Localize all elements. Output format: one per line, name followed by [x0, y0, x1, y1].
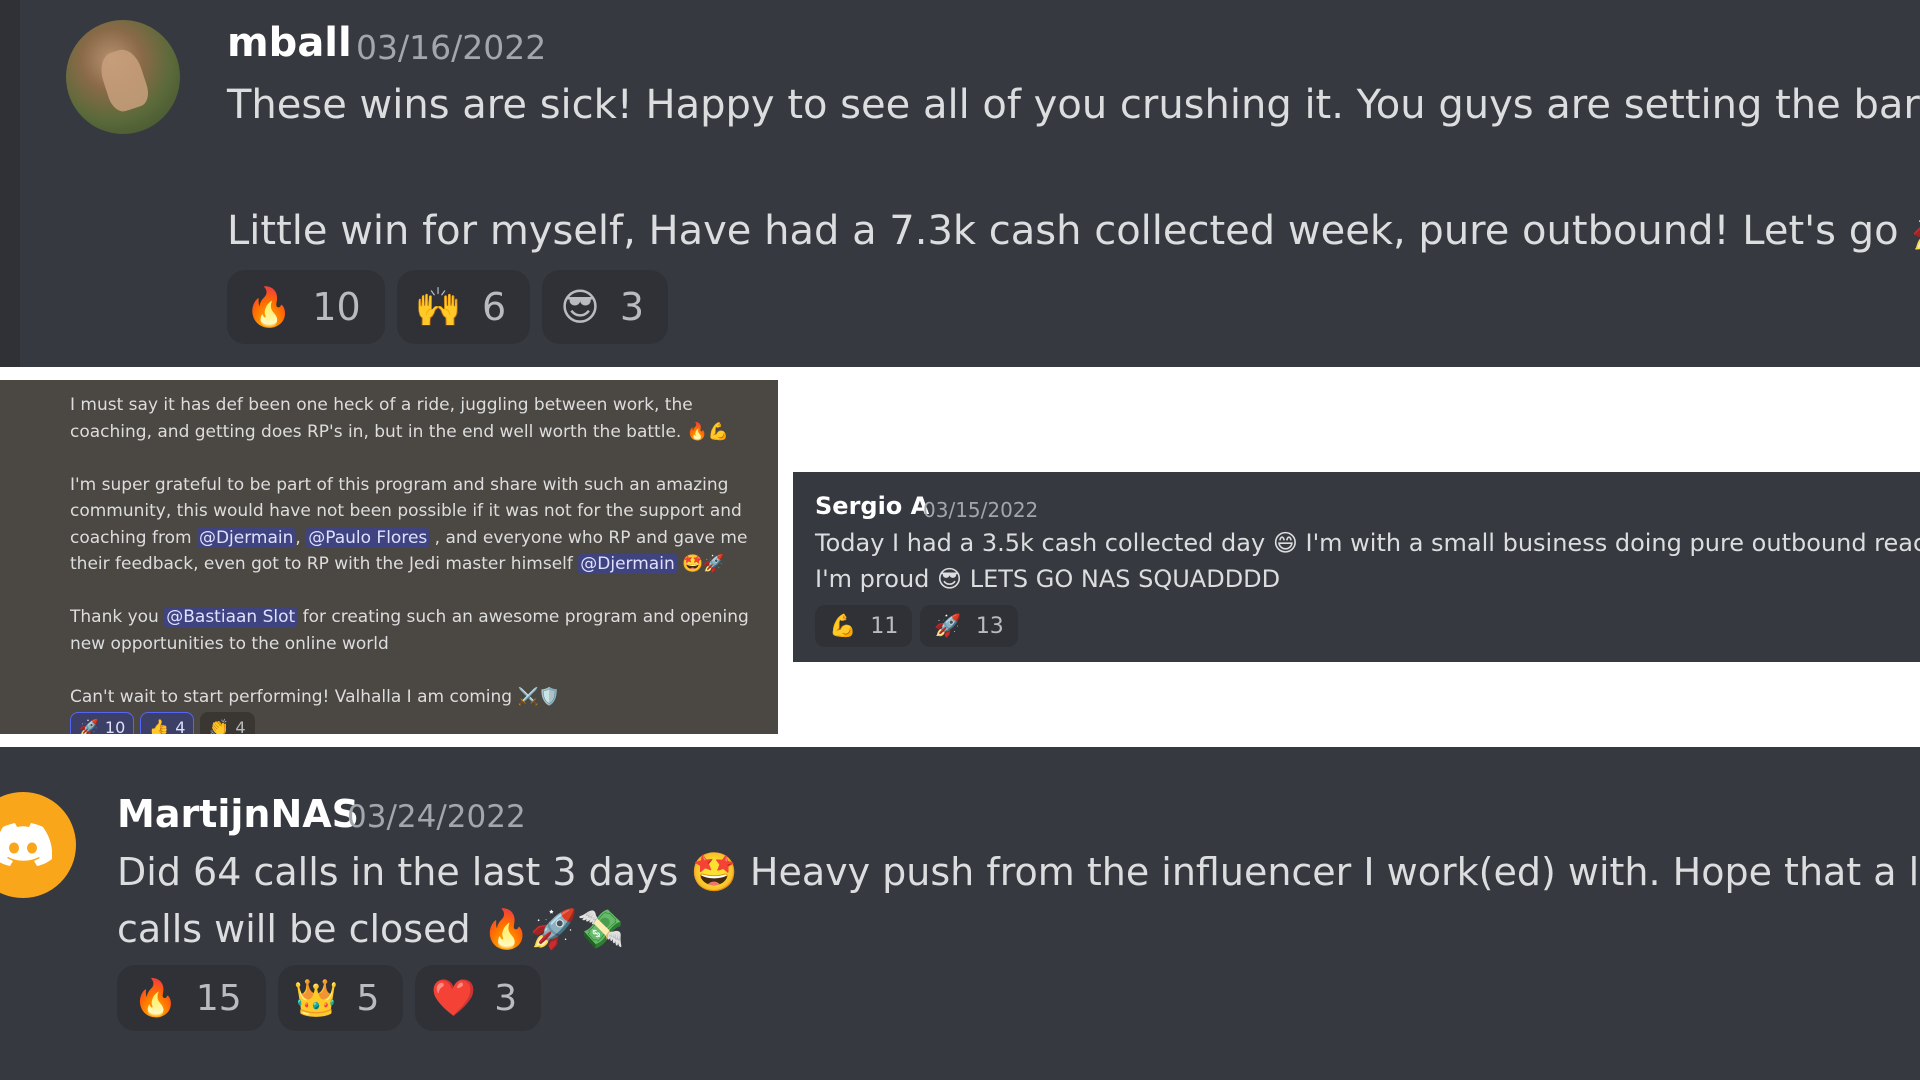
- message-panel-mball: mball 03/16/2022 These wins are sick! Ha…: [0, 0, 1920, 367]
- reactions-bar: 💪 11 🚀 13: [815, 605, 1018, 647]
- user-avatar[interactable]: [66, 20, 180, 134]
- thumbs-up-icon: 👍: [149, 717, 170, 735]
- crown-icon: 👑: [293, 978, 339, 1019]
- mention-paulo-flores[interactable]: @Paulo Flores: [306, 527, 430, 548]
- grinning-face-icon: 😄: [1272, 529, 1298, 557]
- message-panel-testimonial: I must say it has def been one heck of a…: [0, 380, 778, 734]
- message-text: Today I had a 3.5k cash collected day 😄 …: [815, 529, 1920, 557]
- discord-logo-icon-shape: [0, 823, 52, 866]
- username[interactable]: Sergio A: [815, 492, 929, 520]
- fire-icon: 🔥: [245, 284, 293, 329]
- fire-rocket-money-icon: 🔥🚀💸: [482, 907, 625, 951]
- paragraph: Can't wait to start performing! Valhalla…: [70, 684, 770, 711]
- reaction-clap[interactable]: 👏 4: [200, 712, 255, 735]
- star-struck-rocket-icon: 🤩🚀: [682, 554, 725, 574]
- paragraph: I must say it has def been one heck of a…: [70, 392, 770, 445]
- text-segment: Today I had a 3.5k cash collected day: [815, 529, 1266, 557]
- text-segment: Can't wait to start performing! Valhalla…: [70, 686, 513, 707]
- mention-djermain[interactable]: @Djermain: [578, 554, 677, 574]
- flexed-biceps-icon: 💪: [829, 613, 857, 639]
- reaction-thumbs-up[interactable]: 👍 4: [140, 712, 195, 735]
- raised-hands-icon: 🙌: [414, 284, 463, 329]
- text-segment: LETS GO NAS SQUADDDD: [969, 565, 1281, 593]
- text-segment: calls will be closed: [117, 907, 471, 951]
- timestamp: 03/24/2022: [347, 799, 526, 835]
- text-segment: I'm proud: [815, 565, 930, 593]
- red-heart-icon: ❤️: [431, 978, 477, 1019]
- username[interactable]: mball: [227, 20, 352, 66]
- reaction-count: 11: [870, 613, 899, 639]
- message-text: Did 64 calls in the last 3 days 🤩 Heavy …: [117, 850, 1920, 895]
- text-segment: I'm with a small business doing pure out…: [1305, 529, 1920, 557]
- reaction-count: 10: [312, 285, 361, 329]
- text-segment: Heavy push from the influencer I work(ed…: [749, 850, 1920, 894]
- reaction-raised-hands[interactable]: 🙌 6: [396, 270, 531, 344]
- reaction-count: 3: [619, 285, 645, 329]
- reaction-flexed-biceps[interactable]: 💪 11: [815, 605, 913, 647]
- sidebar-strip: [0, 0, 20, 367]
- message-body: I must say it has def been one heck of a…: [70, 392, 770, 734]
- reaction-count: 5: [356, 977, 380, 1019]
- star-struck-icon: 🤩: [690, 850, 738, 894]
- rocket-emoji-icon: 🚀: [1911, 208, 1920, 254]
- rocket-icon: 🚀: [934, 613, 962, 639]
- reaction-heart[interactable]: ❤️ 3: [415, 965, 542, 1031]
- reaction-count: 3: [494, 977, 518, 1019]
- reactions-bar: 🚀 10 👍 4 👏 4: [70, 712, 255, 734]
- sunglasses-face-icon: 😎: [560, 285, 600, 329]
- message-panel-sergio: Sergio A 03/15/2022 Today I had a 3.5k c…: [793, 472, 1920, 662]
- text-segment: ,: [295, 527, 301, 548]
- reactions-bar: 🔥 10 🙌 6 😎 3: [227, 270, 669, 344]
- paragraph: I'm super grateful to be part of this pr…: [70, 472, 770, 578]
- text-segment: I must say it has def been one heck of a…: [70, 395, 693, 442]
- message-text: These wins are sick! Happy to see all of…: [227, 82, 1920, 128]
- message-text: calls will be closed 🔥🚀💸: [117, 907, 625, 952]
- reaction-count: 13: [975, 613, 1004, 639]
- sunglasses-face-icon: 😎: [937, 565, 963, 593]
- reaction-fire[interactable]: 🔥 15: [117, 965, 266, 1031]
- timestamp: 03/15/2022: [923, 498, 1039, 522]
- message-text: I'm proud 😎 LETS GO NAS SQUADDDD: [815, 565, 1280, 593]
- swords-shield-icon: ⚔️🛡️: [517, 686, 560, 707]
- paragraph: Thank you @Bastiaan Slot for creating su…: [70, 604, 770, 657]
- message-panel-martijnnas: MartijnNAS 03/24/2022 Did 64 calls in th…: [0, 747, 1920, 1080]
- rocket-icon: 🚀: [79, 717, 99, 735]
- reaction-rocket[interactable]: 🚀 10: [70, 712, 135, 735]
- mention-bastiaan-slot[interactable]: @Bastiaan Slot: [164, 607, 298, 627]
- message-text-segment: Little win for myself, Have had a 7.3k c…: [227, 208, 1899, 254]
- timestamp: 03/16/2022: [356, 28, 547, 67]
- clapping-hands-icon: 👏: [209, 717, 230, 735]
- reaction-rocket[interactable]: 🚀 13: [920, 605, 1018, 647]
- fire-icon: 🔥: [133, 978, 178, 1019]
- reaction-count: 6: [482, 285, 507, 329]
- fire-flexed-biceps-icon: 🔥💪: [686, 421, 730, 442]
- message-text: Little win for myself, Have had a 7.3k c…: [227, 207, 1920, 254]
- reaction-fire[interactable]: 🔥 10: [227, 270, 385, 344]
- reaction-count: 4: [235, 717, 246, 735]
- text-segment: Did 64 calls in the last 3 days: [117, 850, 679, 894]
- reactions-bar: 🔥 15 👑 5 ❤️ 3: [117, 965, 542, 1031]
- discord-logo-icon[interactable]: [0, 792, 76, 898]
- mention-djermain[interactable]: @Djermain: [196, 527, 296, 548]
- reaction-count: 10: [104, 717, 126, 735]
- reaction-count: 4: [175, 717, 186, 735]
- reaction-sunglasses[interactable]: 😎 3: [542, 270, 669, 344]
- username[interactable]: MartijnNAS: [117, 792, 359, 836]
- text-segment: Thank you: [70, 607, 159, 627]
- reaction-count: 15: [195, 977, 242, 1019]
- reaction-crown[interactable]: 👑 5: [277, 965, 404, 1031]
